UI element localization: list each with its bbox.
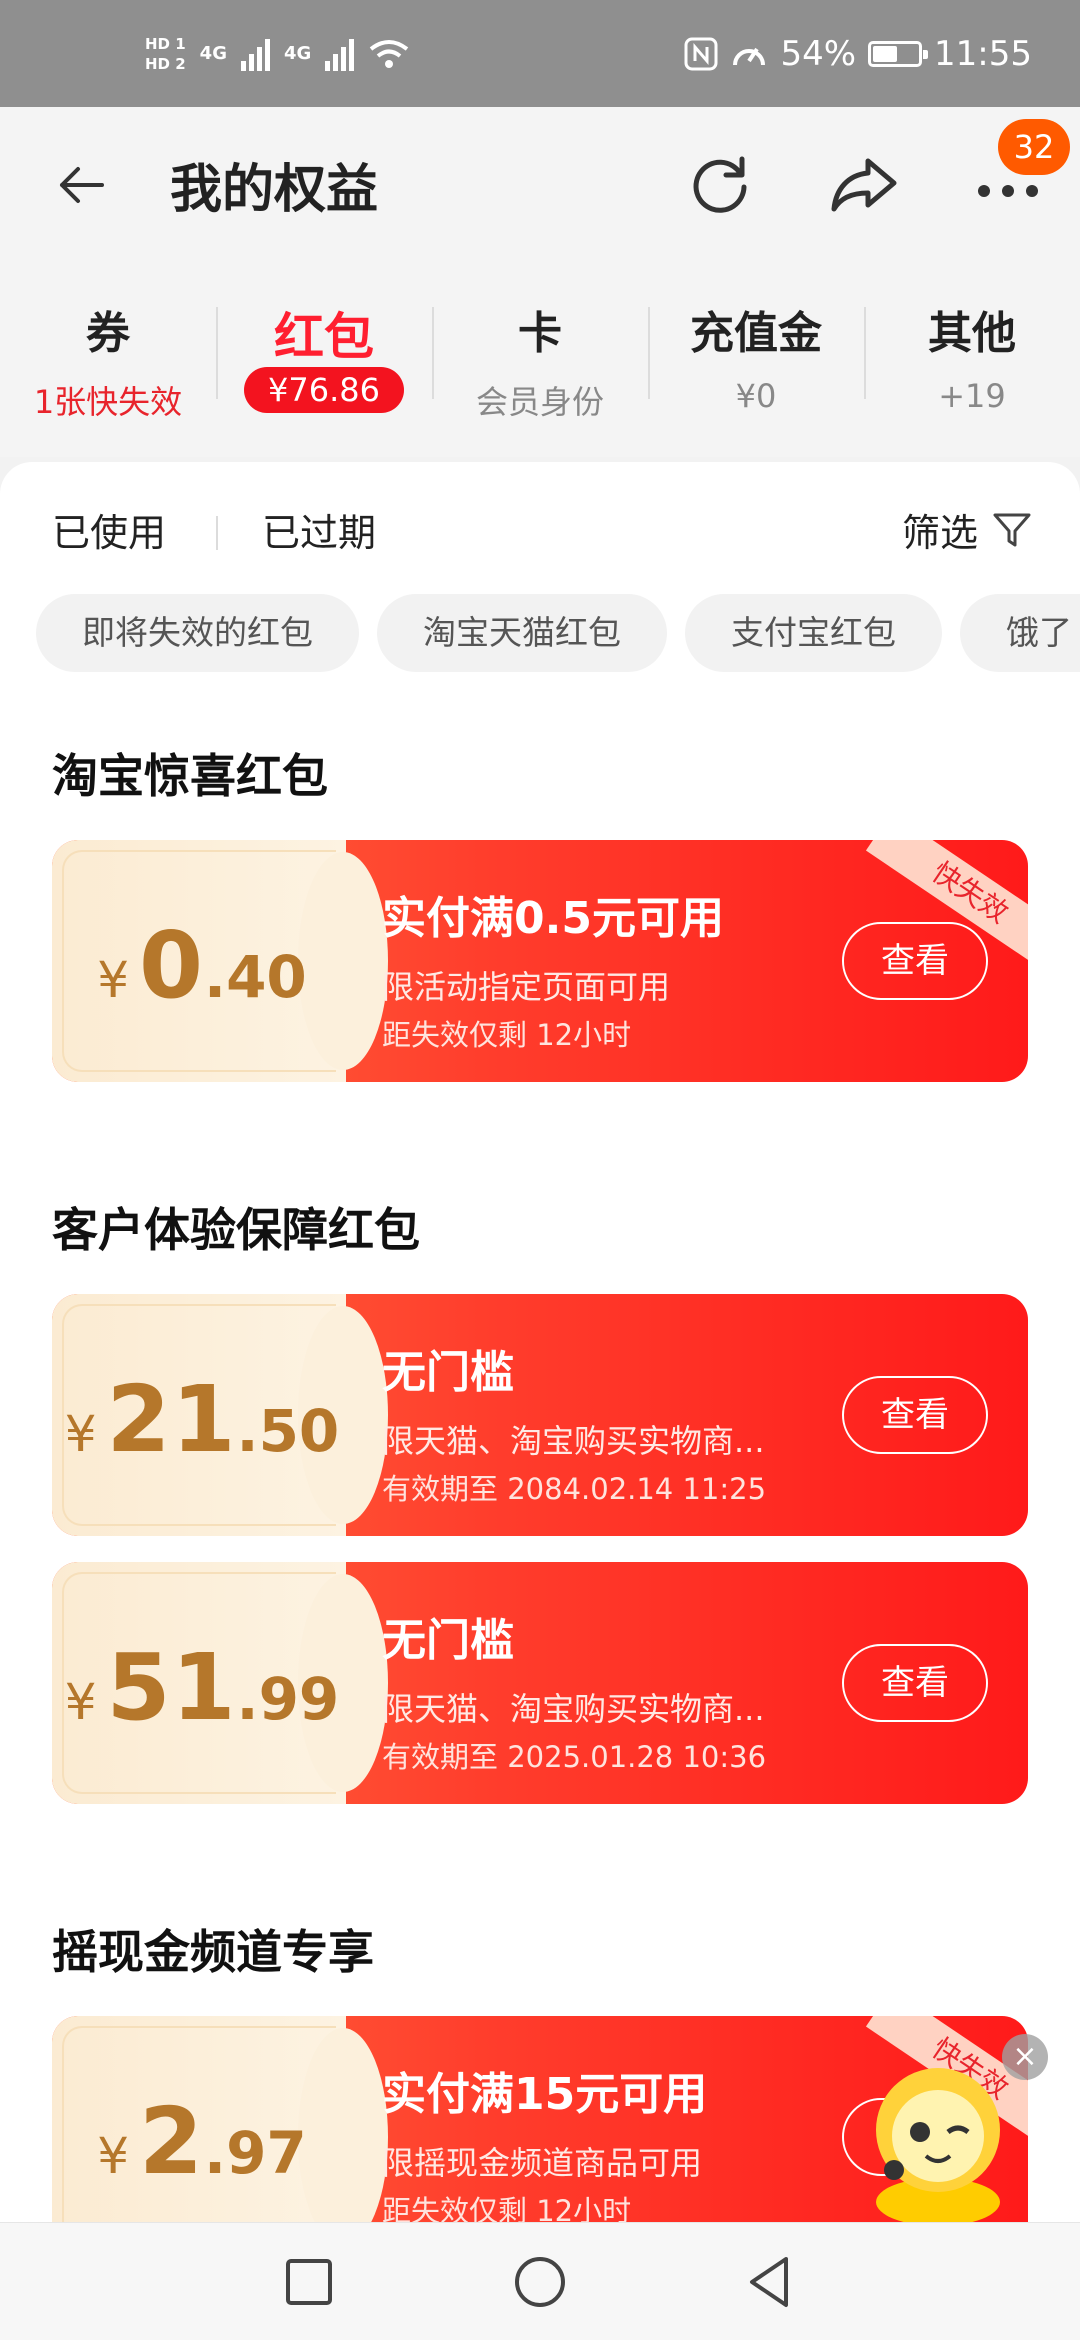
card-title: 无门槛 bbox=[382, 1615, 514, 1666]
funnel-icon bbox=[993, 513, 1031, 546]
battery-icon bbox=[868, 40, 929, 67]
currency-symbol: ¥ bbox=[64, 1405, 97, 1463]
card-title: 无门槛 bbox=[382, 1347, 514, 1398]
back-arrow-icon[interactable] bbox=[52, 155, 112, 215]
amount-integer: 51 bbox=[106, 1634, 237, 1741]
view-button[interactable]: 查看 bbox=[842, 1644, 988, 1722]
expired-link[interactable]: 已过期 bbox=[262, 502, 376, 557]
currency-symbol: ¥ bbox=[64, 1673, 97, 1731]
card-desc: 限天猫、淘宝购买实物商... bbox=[382, 1690, 765, 1728]
category-tabs: 券 1张快失效 红包 ¥76.86 卡 会员身份 充值金 ¥0 其他 +19 bbox=[0, 257, 1080, 457]
chip-eleme[interactable]: 饿了 bbox=[960, 594, 1080, 672]
signal-icon-2 bbox=[325, 37, 355, 71]
amount-decimal: .97 bbox=[204, 2119, 307, 2187]
card-expiry: 距失效仅剩 12小时 bbox=[382, 1018, 632, 1052]
data-saver-icon bbox=[733, 47, 766, 65]
notification-badge: 32 bbox=[998, 119, 1070, 175]
network-type-label-2: 4G bbox=[283, 43, 312, 64]
tab-label: 卡 bbox=[518, 308, 562, 359]
filter-label: 筛选 bbox=[901, 511, 978, 555]
view-button[interactable]: 查看 bbox=[842, 1376, 988, 1454]
amount-integer: 2 bbox=[139, 2088, 205, 2195]
battery-fill bbox=[873, 45, 898, 62]
section-title: 摇现金频道专享 bbox=[52, 1925, 374, 1979]
close-icon[interactable]: × bbox=[1002, 2034, 1048, 2080]
tab-sub: +19 bbox=[938, 377, 1006, 415]
currency-symbol: ¥ bbox=[97, 951, 130, 1009]
card-expiry: 有效期至 2084.02.14 11:25 bbox=[382, 1472, 767, 1506]
amount-integer: 21 bbox=[106, 1366, 237, 1473]
card-expiry: 有效期至 2025.01.28 10:36 bbox=[382, 1740, 767, 1774]
battery-percent: 54% bbox=[780, 33, 857, 74]
card-desc: 限活动指定页面可用 bbox=[382, 968, 671, 1006]
card-title: 实付满0.5元可用 bbox=[382, 893, 724, 944]
tab-sub: 会员身份 bbox=[475, 383, 604, 421]
amount: ¥ 51 .99 bbox=[52, 1562, 352, 1804]
page-title: 我的权益 bbox=[170, 160, 379, 220]
amount-integer: 0 bbox=[139, 912, 205, 1019]
filter-button[interactable]: 筛选 bbox=[902, 502, 1032, 557]
recent-apps-icon[interactable] bbox=[278, 2251, 340, 2313]
red-packet-card[interactable]: ¥ 21 .50 无门槛 限天猫、淘宝购买实物商... 有效期至 2084.02… bbox=[52, 1294, 1028, 1536]
red-packet-card[interactable]: ¥ 0 .40 实付满0.5元可用 限活动指定页面可用 距失效仅剩 12小时 查… bbox=[52, 840, 1028, 1082]
currency-symbol: ¥ bbox=[97, 2127, 130, 2185]
tab-sub: 1张快失效 bbox=[33, 383, 183, 421]
clock: 11:55 bbox=[934, 33, 1032, 74]
status-bar: HD 1 HD 2 4G 4G 54% 11:55 bbox=[0, 0, 1080, 107]
section-title: 客户体验保障红包 bbox=[52, 1203, 420, 1257]
card-desc: 限摇现金频道商品可用 bbox=[382, 2144, 703, 2182]
divider bbox=[216, 516, 218, 550]
signal-icon bbox=[240, 37, 270, 71]
tab-recharge[interactable]: 充值金 ¥0 bbox=[648, 257, 864, 457]
tab-red-packets[interactable]: 红包 ¥76.86 bbox=[216, 257, 432, 457]
tab-cards[interactable]: 卡 会员身份 bbox=[432, 257, 648, 457]
amount: ¥ 21 .50 bbox=[52, 1294, 352, 1536]
network-indicators: HD 1 HD 2 4G 4G bbox=[145, 34, 410, 74]
refresh-icon[interactable] bbox=[682, 147, 758, 223]
filter-chips: 即将失效的红包 淘宝天猫红包 支付宝红包 饿了 bbox=[36, 594, 1080, 674]
tab-label: 其他 bbox=[928, 308, 1016, 359]
tab-label: 券 bbox=[86, 308, 130, 359]
chip-expiring[interactable]: 即将失效的红包 bbox=[36, 594, 359, 672]
section-title: 淘宝惊喜红包 bbox=[52, 749, 328, 803]
wifi-icon bbox=[370, 39, 409, 68]
hd1-label: HD 1 bbox=[145, 34, 186, 53]
tab-label: 红包 bbox=[274, 308, 374, 366]
card-title: 实付满15元可用 bbox=[382, 2069, 708, 2120]
amount-decimal: .50 bbox=[236, 1397, 340, 1465]
network-type-label: 4G bbox=[199, 43, 227, 64]
amount: ¥ 0 .40 bbox=[52, 840, 352, 1082]
share-icon[interactable] bbox=[826, 147, 902, 223]
filter-row: 已使用 已过期 筛选 bbox=[0, 502, 1080, 562]
nfc-icon bbox=[684, 37, 718, 70]
amount: ¥ 2 .97 bbox=[52, 2016, 352, 2258]
hd2-label: HD 2 bbox=[145, 54, 186, 73]
status-right: 54% 11:55 bbox=[684, 34, 1032, 74]
tab-others[interactable]: 其他 +19 bbox=[864, 257, 1080, 457]
back-icon[interactable] bbox=[740, 2251, 802, 2313]
amount-decimal: .40 bbox=[204, 943, 307, 1011]
home-icon[interactable] bbox=[509, 2251, 571, 2313]
red-packet-card[interactable]: ¥ 51 .99 无门槛 限天猫、淘宝购买实物商... 有效期至 2025.01… bbox=[52, 1562, 1028, 1804]
amount-decimal: .99 bbox=[236, 1665, 340, 1733]
tab-sub: ¥0 bbox=[735, 377, 777, 415]
header: 我的权益 32 bbox=[0, 107, 1080, 257]
chip-taobao-tmall[interactable]: 淘宝天猫红包 bbox=[377, 594, 667, 672]
view-button[interactable]: 查看 bbox=[842, 922, 988, 1000]
mascot-icon[interactable] bbox=[868, 2052, 1008, 2222]
chip-alipay[interactable]: 支付宝红包 bbox=[685, 594, 942, 672]
tab-coupons[interactable]: 券 1张快失效 bbox=[0, 257, 216, 457]
card-desc: 限天猫、淘宝购买实物商... bbox=[382, 1422, 765, 1460]
used-link[interactable]: 已使用 bbox=[52, 502, 166, 557]
main-panel: 已使用 已过期 筛选 即将失效的红包 淘宝天猫红包 支付宝红包 饿了 淘宝惊喜红包 ¥… bbox=[0, 462, 1080, 2258]
tab-sub-amount: ¥76.86 bbox=[244, 367, 404, 413]
tab-label: 充值金 bbox=[690, 308, 822, 359]
hd-labels: HD 1 HD 2 bbox=[145, 34, 186, 74]
